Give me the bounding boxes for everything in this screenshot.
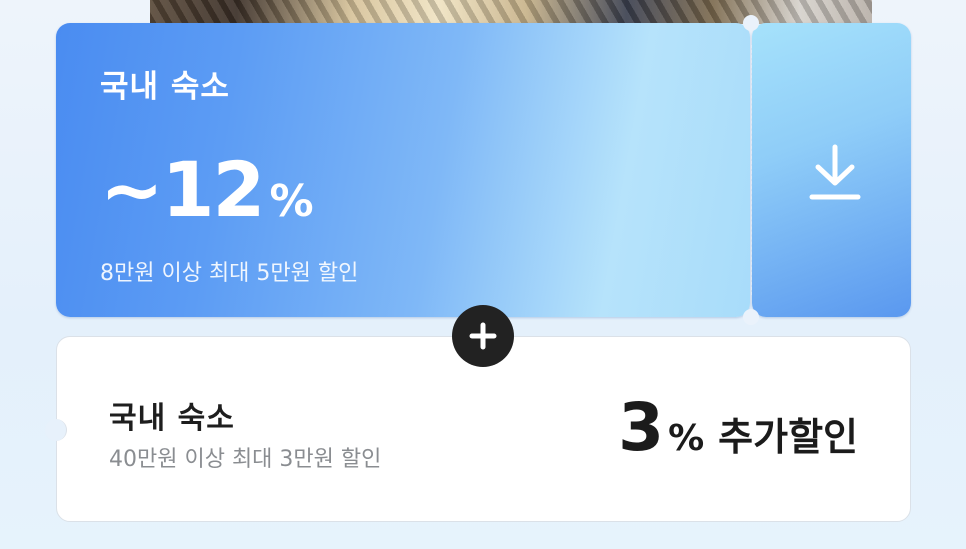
coupon-stub[interactable] [752, 23, 911, 317]
coupon-title: 국내 숙소 [109, 401, 235, 436]
ticket-notch-bottom [743, 309, 759, 325]
coupon-domestic-stay-primary[interactable]: 국내 숙소 ~12 % 8만원 이상 최대 5만원 할인 [56, 15, 911, 325]
download-icon[interactable] [806, 141, 864, 205]
discount-label: 추가할인 [718, 415, 858, 459]
coupon-body: 국내 숙소 ~12 % 8만원 이상 최대 5만원 할인 [56, 23, 750, 317]
discount-value: 3 [618, 389, 665, 466]
coupon-discount: ~12 % [100, 145, 314, 234]
coupon-discount: 3 % 추가할인 [618, 389, 858, 466]
ticket-notch-top [743, 15, 759, 31]
coupon-description: 40만원 이상 최대 3만원 할인 [109, 447, 382, 472]
discount-value: ~12 [100, 145, 265, 234]
coupon-description: 8만원 이상 최대 5만원 할인 [100, 261, 359, 286]
percent-sign: % [668, 418, 705, 459]
plus-icon [452, 305, 514, 367]
hero-image [150, 0, 872, 24]
ticket-notch-left [45, 419, 67, 441]
percent-sign: % [269, 176, 314, 227]
coupon-title: 국내 숙소 [100, 69, 230, 105]
